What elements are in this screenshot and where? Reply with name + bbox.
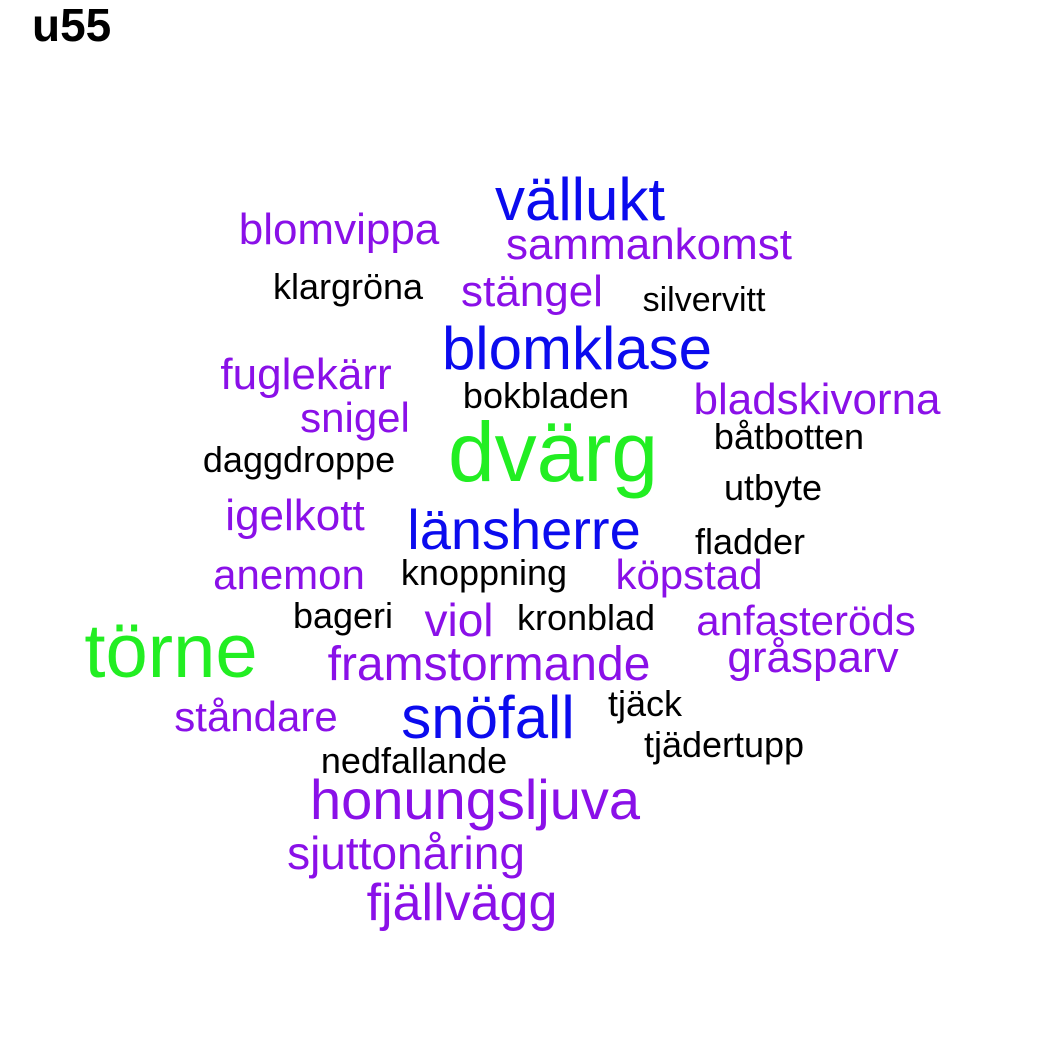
word-daggdroppe: daggdroppe	[202, 439, 396, 480]
word-lansherre: länsherre	[407, 498, 641, 561]
word-bageri: bageri	[292, 595, 394, 636]
word-torne: törne	[84, 609, 258, 694]
word-standare: ståndare	[174, 693, 338, 740]
word-utbyte: utbyte	[723, 467, 823, 508]
word-grasparv: gråsparv	[727, 633, 899, 682]
word-blomklase: blomklase	[441, 315, 713, 382]
word-snofall: snöfall	[401, 684, 575, 751]
word-fladder: fladder	[694, 521, 806, 562]
word-stangel: stängel	[461, 267, 603, 316]
word-bokbladen: bokbladen	[462, 375, 630, 416]
word-nedfallande: nedfallande	[320, 740, 508, 781]
word-silvervitt: silvervitt	[642, 281, 766, 319]
word-dvarg: dvärg	[447, 405, 659, 499]
word-blomvippa: blomvippa	[238, 205, 440, 254]
word-batbotten: båtbotten	[713, 416, 865, 457]
word-snigel: snigel	[300, 394, 410, 441]
word-tjadertupp: tjädertupp	[643, 724, 805, 765]
word-framstormande: framstormande	[327, 638, 651, 691]
word-cloud: dvärg törne vällukt blomklase länsherre snöfa…	[0, 0, 1050, 1050]
word-kronblad: kronblad	[516, 597, 656, 638]
word-sjuttonaring: sjuttonåring	[287, 827, 525, 879]
word-viol: viol	[424, 594, 494, 646]
word-fuglekarr: fuglekärr	[220, 350, 392, 399]
word-anemon: anemon	[213, 551, 365, 598]
word-fjallvagg: fjällvägg	[366, 874, 558, 932]
word-sammankomst: sammankomst	[505, 220, 793, 269]
word-knoppning: knoppning	[400, 552, 568, 593]
word-tjack: tjäck	[607, 683, 683, 724]
word-igelkott: igelkott	[225, 491, 365, 540]
word-klargrona: klargröna	[272, 266, 424, 307]
